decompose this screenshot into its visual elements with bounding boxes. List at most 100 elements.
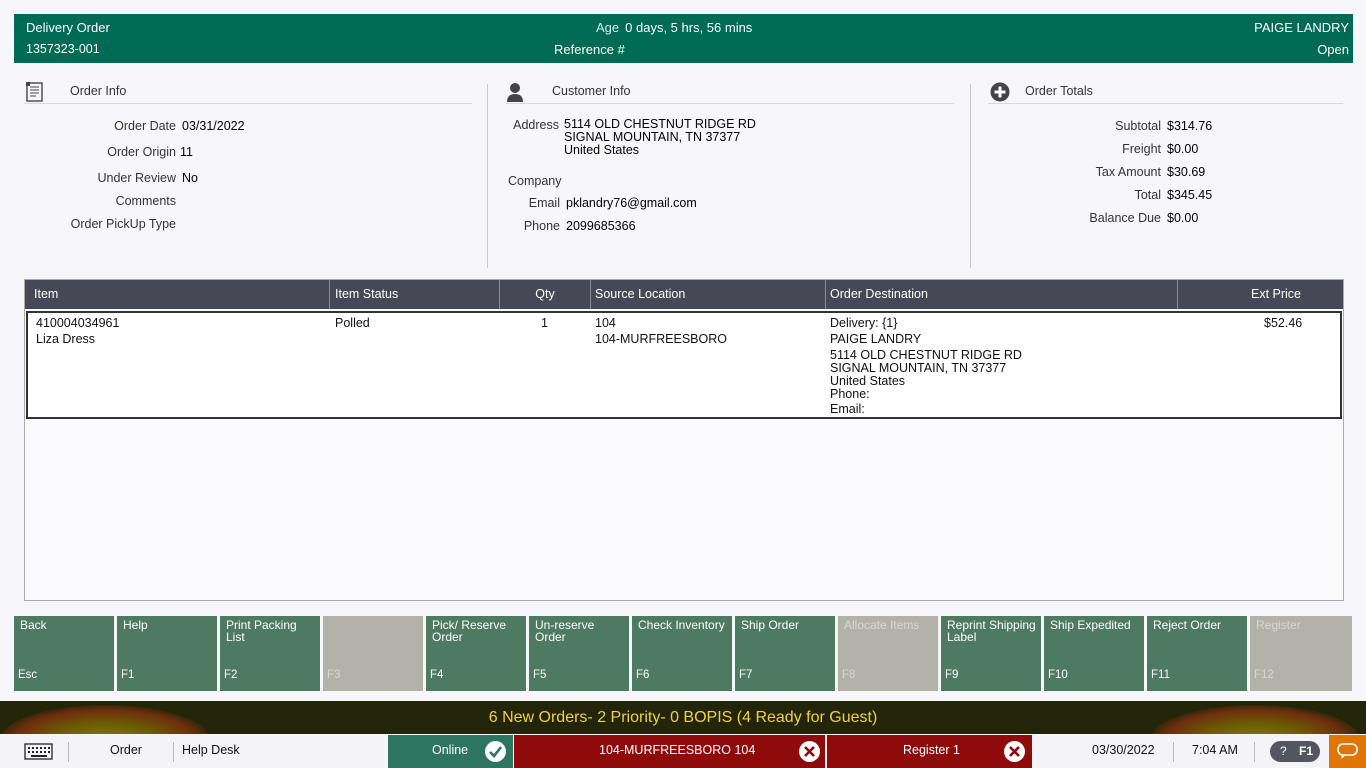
email-value: pklandry76@gmail.com <box>566 196 697 210</box>
reference-label: Reference # <box>554 42 625 57</box>
register-status[interactable]: Register 1 <box>827 735 1032 768</box>
fkey-shortcut: F1 <box>121 669 135 681</box>
fkey-label: Print Packing List <box>226 618 297 644</box>
column-header-ext-price[interactable]: Ext Price <box>1178 280 1343 309</box>
qty-cell: 1 <box>541 316 548 330</box>
fkey-shortcut: F11 <box>1151 669 1170 681</box>
f3-button[interactable]: F3 <box>323 616 423 691</box>
column-header-qty[interactable]: Qty <box>500 280 591 309</box>
order-type: Delivery Order <box>26 20 110 35</box>
customer-info-title-bar: Customer Info <box>506 80 954 104</box>
fkey-shortcut: F2 <box>224 669 238 681</box>
order-destination-cell: Delivery: {1} PAIGE LANDRY 5114 OLD CHES… <box>830 315 1022 417</box>
unreserve-order-button[interactable]: Un-reserve Order F5 <box>529 616 629 691</box>
document-icon <box>26 82 44 105</box>
panel-divider-2 <box>970 84 971 268</box>
reprint-shipping-label-button[interactable]: Reprint Shipping Label F9 <box>941 616 1041 691</box>
fkey-label: Reject Order <box>1153 618 1222 632</box>
table-row[interactable]: 410004034961 Liza Dress Polled 1 104 104… <box>26 311 1342 419</box>
grid-header: Item Item Status Qty Source Location Ord… <box>25 280 1343 309</box>
status-divider <box>173 742 174 762</box>
age-value: 0 days, 5 hrs, 56 mins <box>625 20 753 35</box>
fkey-shortcut: F9 <box>945 669 959 681</box>
destination-name: PAIGE LANDRY <box>830 332 922 346</box>
fkey-label: Ship Order <box>741 618 800 632</box>
store-status[interactable]: 104-MURFREESBORO 104 <box>514 735 825 768</box>
fkey-label: Allocate Items <box>844 618 920 632</box>
company-label: Company <box>508 174 562 188</box>
new-orders-banner-text: 6 New Orders- 2 Priority- 0 BOPIS (4 Rea… <box>488 709 878 726</box>
order-menu-link[interactable]: Order <box>110 735 142 768</box>
phone-label: Phone <box>523 219 560 233</box>
fkey-shortcut: F6 <box>636 669 650 681</box>
fkey-shortcut: F3 <box>327 669 341 681</box>
fkey-shortcut: Esc <box>18 669 38 681</box>
allocate-items-button[interactable]: Allocate Items F8 <box>838 616 938 691</box>
item-name: Liza Dress <box>36 332 96 346</box>
order-origin-label: Order Origin <box>107 145 176 159</box>
status-time: 7:04 AM <box>1192 743 1238 757</box>
fkey-label: Check Inventory <box>638 618 725 632</box>
destination-email: Email: <box>830 402 865 416</box>
checkmark-icon <box>485 741 506 762</box>
keyboard-icon[interactable] <box>24 735 54 768</box>
order-info-title: Order Info <box>70 84 127 98</box>
status-divider <box>1254 742 1255 762</box>
age-label: Age <box>596 20 620 35</box>
function-key-bar: Back Esc Help F1 Print Packing List F2 F… <box>14 616 1354 691</box>
item-status-cell: Polled <box>335 316 370 330</box>
column-header-item[interactable]: Item <box>25 280 330 309</box>
print-packing-list-button[interactable]: Print Packing List F2 <box>220 616 320 691</box>
source-location-cell: 104 104-MURFREESBORO <box>595 315 727 347</box>
fkey-label: Register <box>1256 618 1301 632</box>
ship-expedited-button[interactable]: Ship Expedited F10 <box>1044 616 1144 691</box>
new-orders-banner[interactable]: 6 New Orders- 2 Priority- 0 BOPIS (4 Rea… <box>0 701 1366 734</box>
chat-icon <box>1337 743 1358 763</box>
ext-price-cell: $52.46 <box>1264 316 1303 330</box>
ship-order-button[interactable]: Ship Order F7 <box>735 616 835 691</box>
help-f1-button[interactable]: ? F1 <box>1270 741 1320 762</box>
online-status[interactable]: Online <box>388 735 513 768</box>
fkey-label: Ship Expedited <box>1050 618 1131 632</box>
tax-value: $30.69 <box>1167 165 1206 179</box>
plus-circle-icon <box>990 82 1010 105</box>
customer-address: 5114 OLD CHESTNUT RIDGE RD SIGNAL MOUNTA… <box>564 118 756 157</box>
column-header-order-destination[interactable]: Order Destination <box>826 280 1178 309</box>
reject-order-button[interactable]: Reject Order F11 <box>1147 616 1247 691</box>
fkey-shortcut: F7 <box>739 669 753 681</box>
order-info-panel: Order Info Order Date 03/31/2022 Order O… <box>24 80 472 268</box>
chat-button[interactable] <box>1329 735 1366 768</box>
help-button[interactable]: Help F1 <box>117 616 217 691</box>
column-header-item-status[interactable]: Item Status <box>330 280 500 309</box>
status-bar: Order Help Desk Online 104-MURFREESBORO … <box>0 735 1366 768</box>
help-question-icon: ? <box>1280 744 1287 758</box>
store-label: 104-MURFREESBORO 104 <box>599 743 756 757</box>
order-items-grid[interactable]: Item Item Status Qty Source Location Ord… <box>24 279 1344 601</box>
error-x-icon <box>1004 741 1025 762</box>
order-date-label: Order Date <box>114 119 176 133</box>
customer-info-title: Customer Info <box>552 84 631 98</box>
item-number: 410004034961 <box>36 316 120 330</box>
order-status: Open <box>1317 42 1349 57</box>
check-inventory-button[interactable]: Check Inventory F6 <box>632 616 732 691</box>
register-button[interactable]: Register F12 <box>1250 616 1352 691</box>
fkey-label: Un-reserve Order <box>535 618 595 644</box>
age-field: Age 0 days, 5 hrs, 56 mins <box>596 20 752 35</box>
pick-reserve-order-button[interactable]: Pick/ Reserve Order F4 <box>426 616 526 691</box>
email-label: Email <box>528 196 560 210</box>
freight-label: Freight <box>1122 142 1161 156</box>
back-button[interactable]: Back Esc <box>14 616 114 691</box>
fkey-label: Back <box>20 618 47 632</box>
destination-phone: Phone: <box>830 387 870 401</box>
customer-info-panel: Customer Info Address 5114 OLD CHESTNUT … <box>506 80 954 268</box>
phone-value: 2099685366 <box>566 219 636 233</box>
column-header-source-location[interactable]: Source Location <box>591 280 826 309</box>
fkey-label: Help <box>123 618 148 632</box>
fkey-shortcut: F10 <box>1048 669 1068 681</box>
order-totals-title: Order Totals <box>1025 84 1093 98</box>
source-name: 104-MURFREESBORO <box>595 332 727 346</box>
online-label: Online <box>432 743 469 757</box>
help-desk-link[interactable]: Help Desk <box>182 735 240 768</box>
source-code: 104 <box>595 316 616 330</box>
item-cell: 410004034961 Liza Dress <box>36 315 119 347</box>
